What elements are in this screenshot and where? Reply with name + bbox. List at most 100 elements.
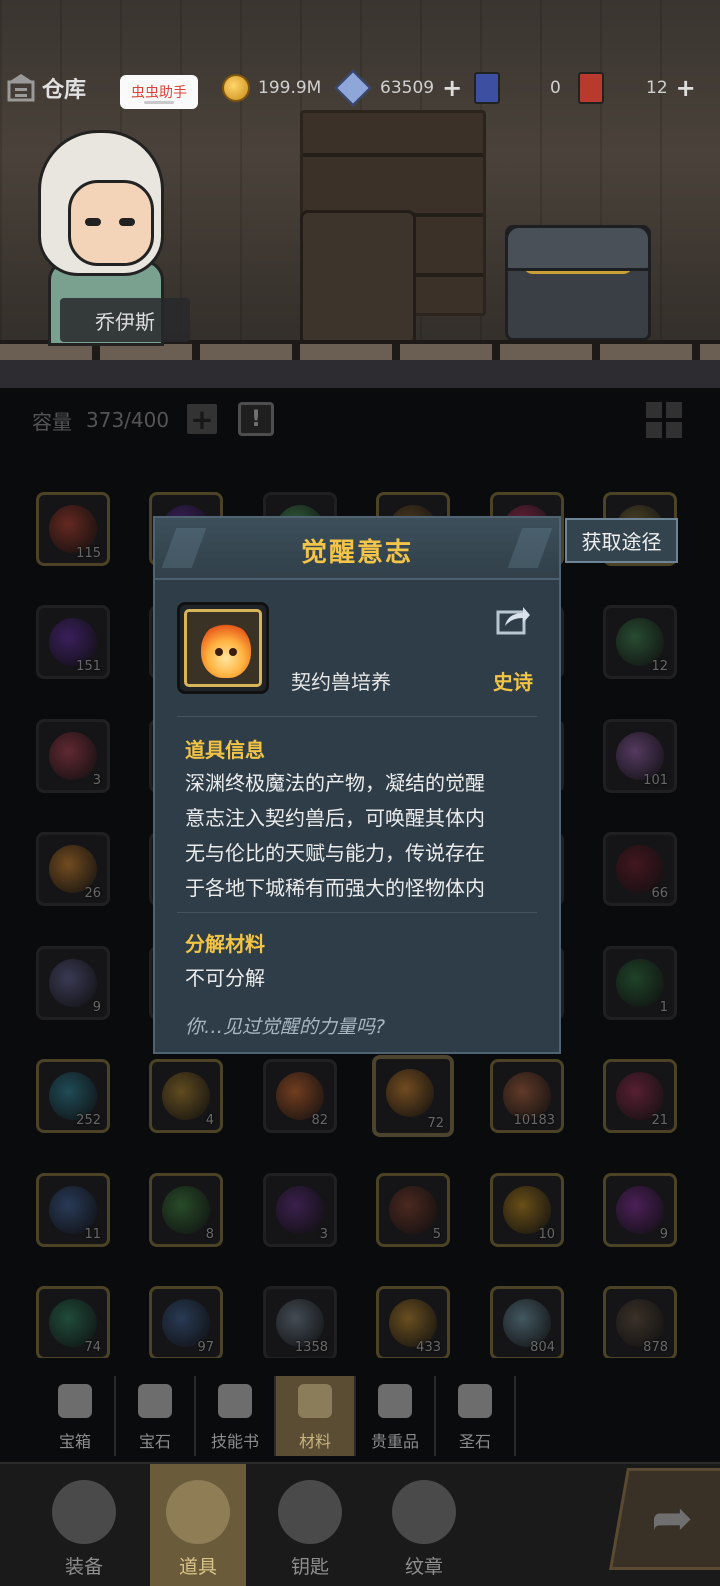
treasure-chest	[505, 225, 651, 341]
nav-tab[interactable]: 装备	[36, 1464, 132, 1586]
equipment-icon	[52, 1480, 116, 1544]
inventory-item[interactable]: 9	[36, 946, 110, 1020]
item-count: 101	[643, 773, 668, 788]
category-tab[interactable]: 圣石	[436, 1376, 516, 1456]
item-art-icon	[276, 1186, 324, 1234]
item-art-icon	[386, 1069, 434, 1117]
inventory-item[interactable]: 12	[603, 605, 677, 679]
item-count: 804	[530, 1340, 555, 1355]
capacity: 容量 373/400	[32, 402, 169, 438]
add-ticket-button[interactable]: +	[676, 74, 696, 102]
inventory-item[interactable]: 1	[603, 946, 677, 1020]
item-count: 878	[643, 1340, 668, 1355]
blue-ticket-counter: 0	[474, 66, 561, 110]
add-crystal-button[interactable]: +	[442, 74, 462, 102]
item-count: 10	[538, 1227, 555, 1242]
inventory-item[interactable]: 97	[149, 1286, 223, 1358]
warehouse-icon[interactable]	[6, 72, 36, 102]
nav-tab[interactable]: 道具	[150, 1464, 246, 1586]
expand-capacity-button[interactable]: +	[187, 403, 217, 436]
category-tab[interactable]: 贵重品	[356, 1376, 436, 1456]
category-label: 贵重品	[370, 1432, 419, 1451]
inventory-item[interactable]: 10183	[490, 1059, 564, 1133]
inventory-item[interactable]: 26	[36, 832, 110, 906]
inventory-item[interactable]: 11	[36, 1173, 110, 1247]
nav-label: 装备	[64, 1556, 103, 1578]
inventory-item[interactable]: 72	[372, 1055, 454, 1137]
item-art-icon	[162, 1072, 210, 1120]
inventory-item[interactable]: 8	[149, 1173, 223, 1247]
category-tab[interactable]: 材料	[276, 1376, 356, 1456]
red-ticket-counter: 12 +	[578, 66, 696, 110]
inventory-item[interactable]: 4	[149, 1059, 223, 1133]
nav-tab[interactable]: 纹章	[376, 1464, 472, 1586]
category-tab[interactable]: 宝石	[116, 1376, 196, 1456]
inventory-item[interactable]: 1358	[263, 1286, 337, 1358]
item-art-icon	[389, 1186, 437, 1234]
obtain-source-button[interactable]: 获取途径	[565, 518, 678, 563]
nav-label: 纹章	[404, 1556, 443, 1578]
nav-label: 道具	[178, 1556, 217, 1578]
item-count: 5	[432, 1227, 441, 1242]
inventory-item[interactable]: 252	[36, 1059, 110, 1133]
capacity-label: 容量	[32, 409, 72, 434]
next-arrow-button[interactable]: ➦	[609, 1468, 720, 1570]
item-count: 3	[319, 1227, 328, 1242]
inventory-item[interactable]: 3	[36, 719, 110, 793]
share-icon[interactable]	[495, 602, 531, 636]
inventory-item[interactable]: 433	[376, 1286, 450, 1358]
description-line: 无与伦比的天赋与能力，传说存在	[185, 841, 485, 865]
item-icon	[177, 602, 269, 694]
item-art-icon	[49, 959, 97, 1007]
item-count: 4	[205, 1113, 214, 1128]
category-label: 材料	[298, 1432, 331, 1451]
inventory-item[interactable]: 66	[603, 832, 677, 906]
category-icon	[58, 1384, 92, 1418]
nav-tab[interactable]: 钥匙	[262, 1464, 358, 1586]
capacity-value: 373/400	[86, 408, 170, 432]
category-icon	[298, 1384, 332, 1418]
item-count: 3	[92, 773, 101, 788]
item-count: 151	[76, 659, 101, 674]
decompose-value: 不可分解	[185, 966, 265, 990]
inventory-item[interactable]: 10	[490, 1173, 564, 1247]
dialog-header: 觉醒意志	[155, 518, 559, 580]
inventory-item[interactable]: 3	[263, 1173, 337, 1247]
inventory-item[interactable]: 878	[603, 1286, 677, 1358]
item-count: 10183	[513, 1113, 555, 1128]
item-count: 1358	[294, 1340, 328, 1355]
category-icon	[378, 1384, 412, 1418]
blue-ticket-value: 0	[550, 78, 561, 98]
flame-icon	[201, 622, 251, 678]
category-icon	[218, 1384, 252, 1418]
inventory-item[interactable]: 21	[603, 1059, 677, 1133]
item-count: 97	[197, 1340, 214, 1355]
grid-view-icon[interactable]	[646, 402, 682, 438]
alert-icon[interactable]: !	[238, 402, 274, 436]
inventory-item[interactable]: 74	[36, 1286, 110, 1358]
inventory-item[interactable]: 82	[263, 1059, 337, 1133]
top-bar: 仓库 199.9M 63509 + 0 12 +	[0, 66, 720, 110]
item-count: 82	[311, 1113, 328, 1128]
category-tab[interactable]: 技能书	[196, 1376, 276, 1456]
inventory-item[interactable]: 5	[376, 1173, 450, 1247]
category-label: 宝石	[138, 1432, 171, 1451]
crystal-value: 63509	[380, 78, 435, 98]
inventory-item[interactable]: 101	[603, 719, 677, 793]
item-count: 21	[651, 1113, 668, 1128]
inventory-item[interactable]: 115	[36, 492, 110, 566]
item-description: 深渊终极魔法的产物，凝结的觉醒 意志注入契约兽后，可唤醒其体内 无与伦比的天赋与…	[185, 766, 535, 906]
item-count: 72	[427, 1116, 444, 1131]
item-art-icon	[49, 732, 97, 780]
category-label: 圣石	[458, 1432, 491, 1451]
gold-counter: 199.9M	[222, 66, 321, 110]
hero-name: 乔伊斯	[60, 298, 190, 342]
assistant-tag[interactable]: 虫虫助手	[120, 75, 198, 109]
inventory-item[interactable]: 804	[490, 1286, 564, 1358]
inventory-item[interactable]: 9	[603, 1173, 677, 1247]
category-tab[interactable]: 宝箱	[36, 1376, 116, 1456]
inventory-item[interactable]: 151	[36, 605, 110, 679]
gold-coin-icon	[222, 74, 250, 102]
decompose-title: 分解材料	[185, 932, 265, 956]
flavor-text: 你…见过觉醒的力量吗?	[185, 1016, 386, 1038]
